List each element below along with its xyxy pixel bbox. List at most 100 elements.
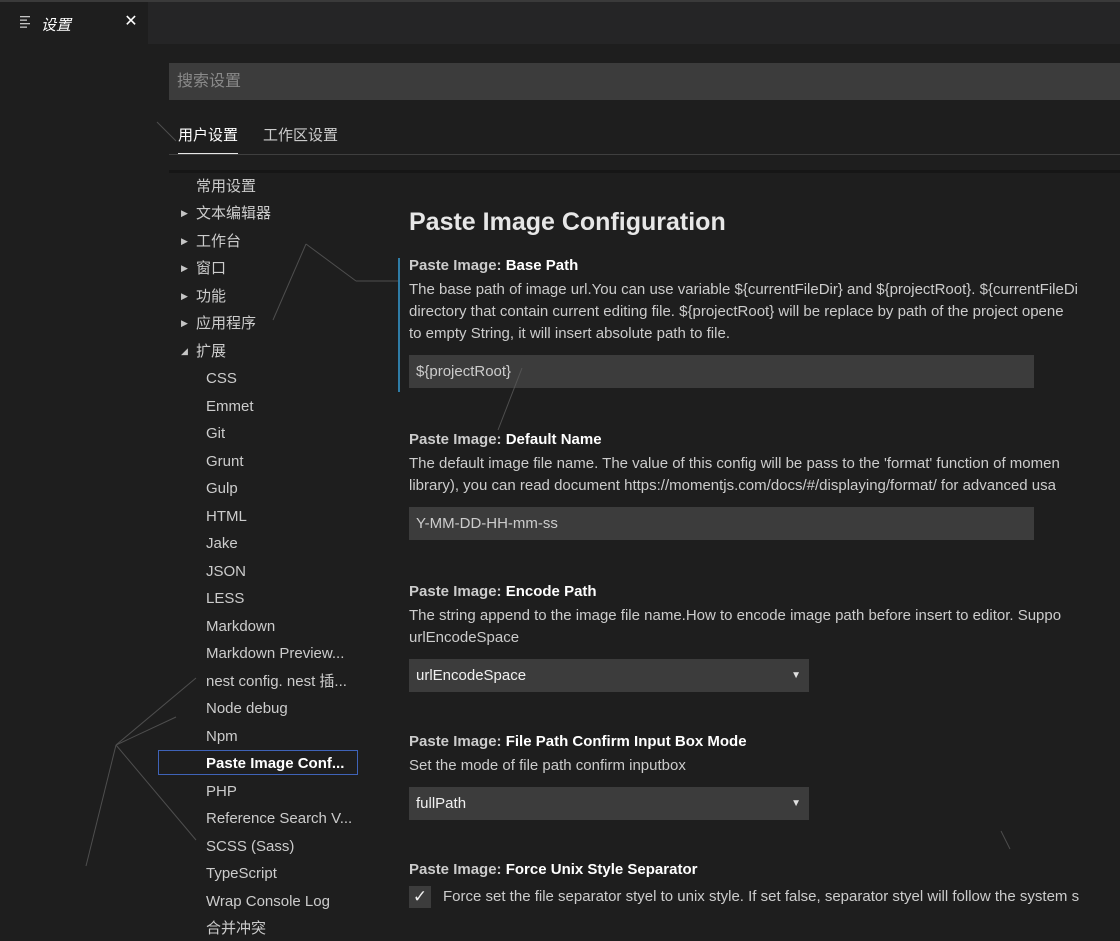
setting-description-line: to empty String, it will insert absolute… [409, 325, 730, 342]
setting-category: Paste Image: [409, 583, 506, 600]
toc-label: Wrap Console Log [206, 893, 330, 910]
default-name-input[interactable]: Y-MM-DD-HH-mm-ss [409, 507, 1034, 540]
encode-path-select[interactable]: urlEncodeSpace ▼ [409, 659, 809, 692]
toc-item-node-debug[interactable]: Node debug [206, 696, 288, 721]
setting-name: Base Path [505, 257, 579, 274]
toc-item-markdown-preview[interactable]: Markdown Preview... [206, 641, 344, 666]
toc-label: Reference Search V... [206, 810, 353, 827]
search-input[interactable] [169, 63, 1120, 100]
chevron-right-icon: ▶ [181, 263, 188, 273]
toc-item-workbench[interactable]: ▶ 工作台 [181, 229, 242, 254]
setting-description-line: The string append to the image file name… [409, 607, 1062, 624]
toc-item-git[interactable]: Git [206, 421, 225, 446]
toc-label: Grunt [206, 453, 244, 470]
toc-label: SCSS (Sass) [206, 838, 295, 855]
setting-description-line: urlEncodeSpace [409, 629, 520, 646]
checkbox-label: Force set the file separator styel to un… [443, 888, 1080, 905]
toc-label: Emmet [206, 398, 254, 415]
toc-label: JSON [206, 563, 247, 580]
setting-description-line: Set the mode of file path confirm inputb… [409, 757, 686, 774]
section-title: Paste Image Configuration [409, 208, 726, 236]
toc-item-window[interactable]: ▶ 窗口 [181, 256, 227, 281]
setting-default-name: Paste Image: Default Name The default im… [409, 431, 1120, 540]
toc-item-scss[interactable]: SCSS (Sass) [206, 834, 294, 859]
toc-item-text-editor[interactable]: ▶ 文本编辑器 [181, 201, 272, 226]
setting-title: Paste Image: Default Name [409, 431, 1120, 453]
tab-workspace-settings[interactable]: 工作区设置 [263, 124, 338, 145]
setting-force-unix-separator: Paste Image: Force Unix Style Separator … [409, 861, 1120, 909]
setting-title: Paste Image: File Path Confirm Input Box… [409, 733, 1120, 755]
chevron-right-icon: ▶ [181, 291, 188, 301]
toc-label: Node debug [206, 700, 288, 717]
toc-item-emmet[interactable]: Emmet [206, 394, 254, 419]
setting-name: Encode Path [505, 583, 597, 600]
toc-item-extensions[interactable]: ◢ 扩展 [181, 339, 227, 364]
setting-name: Default Name [505, 431, 602, 448]
file-path-confirm-mode-select[interactable]: fullPath ▼ [409, 787, 809, 820]
toc-item-css[interactable]: CSS [206, 366, 237, 391]
select-value: fullPath [416, 795, 467, 812]
base-path-input[interactable]: ${projectRoot} [409, 355, 1034, 388]
chevron-right-icon: ▶ [181, 318, 188, 328]
toc-label: Markdown Preview... [206, 645, 345, 662]
setting-encode-path: Paste Image: Encode Path The string appe… [409, 583, 1120, 692]
toc-label: Gulp [206, 480, 238, 497]
settings-content: Paste Image Configuration Paste Image: B… [395, 172, 1120, 936]
toc-item-less[interactable]: LESS [206, 586, 244, 611]
setting-title: Paste Image: Base Path [409, 257, 1120, 279]
setting-name: Force Unix Style Separator [505, 861, 698, 878]
toc-item-typescript[interactable]: TypeScript [206, 861, 277, 886]
force-unix-separator-checkbox[interactable]: ✓ [409, 886, 431, 908]
setting-description-line: The base path of image url.You can use v… [409, 281, 1079, 298]
toc-label: 功能 [196, 288, 227, 305]
select-value: urlEncodeSpace [416, 667, 527, 684]
toc-label: nest config. nest 插... [206, 673, 347, 690]
chevron-down-icon: ▼ [791, 798, 801, 809]
toc-item-markdown[interactable]: Markdown [206, 614, 275, 639]
toc-label: 窗口 [196, 260, 227, 277]
toc-item-html[interactable]: HTML [206, 504, 247, 529]
menu-lines-icon [20, 16, 30, 28]
tab-settings[interactable]: 设置 ✕ [0, 2, 148, 44]
toc-label: 工作台 [196, 233, 242, 250]
toc-item-wrap-console-log[interactable]: Wrap Console Log [206, 889, 330, 914]
toc-label: TypeScript [206, 865, 277, 882]
setting-name: File Path Confirm Input Box Mode [505, 733, 747, 750]
toc-item-grunt[interactable]: Grunt [206, 449, 244, 474]
toc-label: CSS [206, 370, 237, 387]
setting-description-line: The default image file name. The value o… [409, 455, 1060, 472]
toc-label: 文本编辑器 [196, 205, 272, 222]
setting-description-line: library), you can read document https://… [409, 477, 1056, 494]
toc-item-features[interactable]: ▶ 功能 [181, 284, 227, 309]
toc-item-jake[interactable]: Jake [206, 531, 238, 556]
toc-label: PHP [206, 783, 237, 800]
modified-indicator [398, 258, 400, 392]
toc-label: Paste Image Conf... [206, 755, 345, 772]
toc-label: 应用程序 [196, 315, 257, 332]
tab-title: 设置 [41, 17, 72, 34]
chevron-down-icon: ▼ [791, 670, 801, 681]
toc-item-npm[interactable]: Npm [206, 724, 238, 749]
toc-item-merge-conflict[interactable]: 合并冲突 [206, 916, 266, 941]
settings-toc: 常用设置 ▶ 文本编辑器 ▶ 工作台 ▶ 窗口 ▶ 功能 ▶ 应用程序 ◢ 扩展 CSS E… [158, 172, 360, 937]
toc-item-commonly-used[interactable]: 常用设置 [196, 174, 256, 199]
toc-item-gulp[interactable]: Gulp [206, 476, 238, 501]
setting-title: Paste Image: Force Unix Style Separator [409, 861, 1120, 883]
toc-item-nest-config[interactable]: nest config. nest 插... [206, 669, 347, 694]
toc-label: Jake [206, 535, 238, 552]
tab-user-settings[interactable]: 用户设置 [178, 124, 239, 154]
toc-item-reference-search[interactable]: Reference Search V... [206, 806, 352, 831]
toc-item-json[interactable]: JSON [206, 559, 246, 584]
settings-scope-tabs: 用户设置 工作区设置 [169, 120, 1120, 155]
toc-label: HTML [206, 508, 247, 525]
toc-item-application[interactable]: ▶ 应用程序 [181, 311, 257, 336]
setting-file-path-confirm-mode: Paste Image: File Path Confirm Input Box… [409, 733, 1120, 820]
toc-item-paste-image[interactable]: Paste Image Conf... [158, 750, 358, 775]
toc-item-php[interactable]: PHP [206, 779, 237, 804]
toc-label: Git [206, 425, 226, 442]
editor-tab-bar: 设置 ✕ [0, 2, 1120, 44]
close-icon[interactable]: ✕ [124, 12, 138, 32]
toc-label: 扩展 [196, 343, 227, 360]
setting-title: Paste Image: Encode Path [409, 583, 1120, 605]
chevron-down-icon: ◢ [181, 346, 188, 356]
